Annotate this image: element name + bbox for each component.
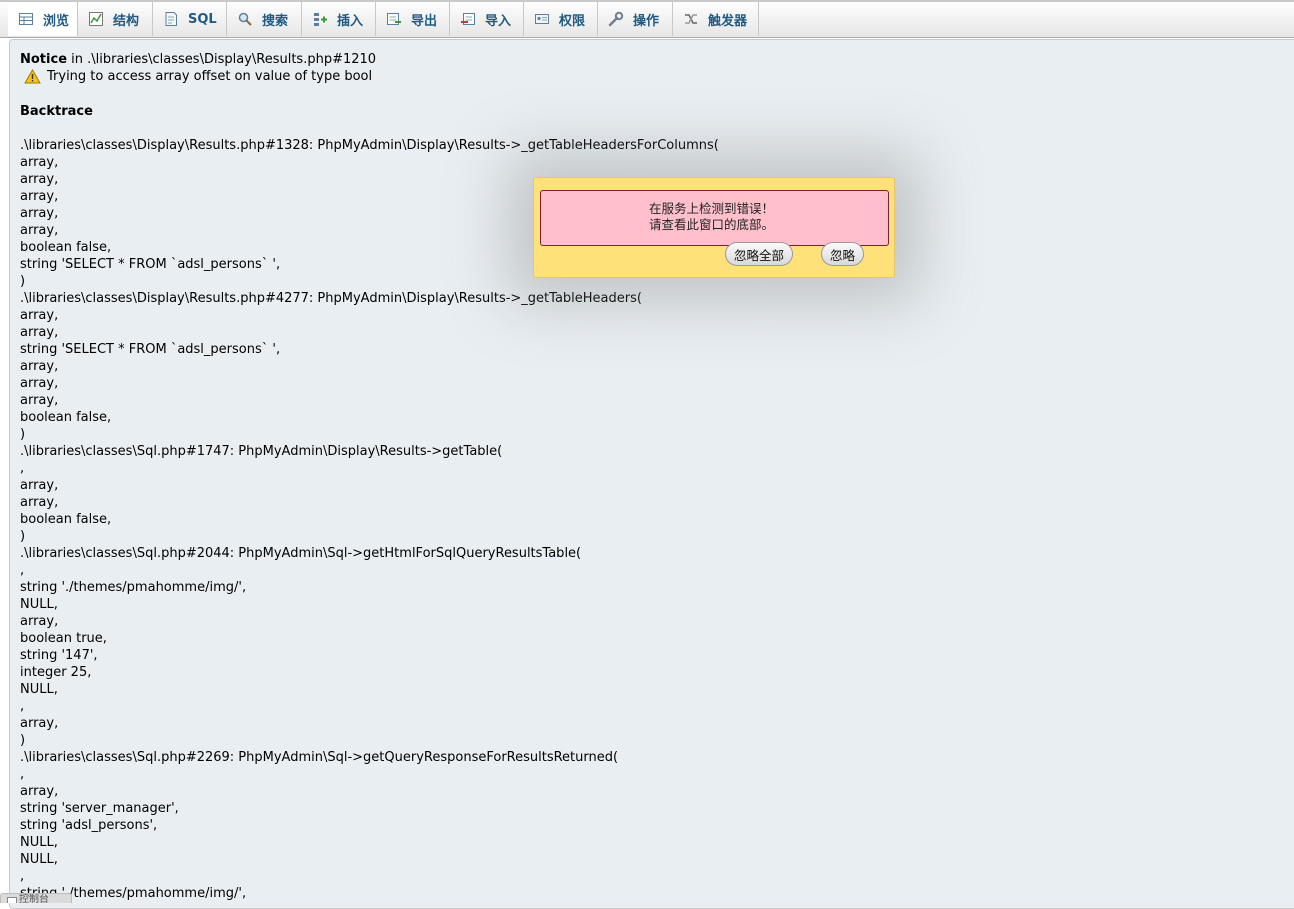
notice-label: Notice bbox=[20, 52, 68, 67]
backtrace-line: array, bbox=[20, 376, 59, 391]
backtrace-line: .\libraries\classes\Sql.php#1747: PhpMyA… bbox=[20, 444, 503, 459]
tab-search[interactable]: 搜索 bbox=[227, 2, 302, 36]
tab-label: 操作 bbox=[633, 13, 660, 29]
backtrace-line: ) bbox=[20, 427, 26, 442]
backtrace-line: boolean false, bbox=[20, 512, 112, 527]
console-toggle[interactable]: 控制台 bbox=[0, 893, 72, 903]
wrench-icon bbox=[608, 11, 624, 27]
backtrace-line: .\libraries\classes\Sql.php#2269: PhpMyA… bbox=[20, 750, 619, 765]
notice-location: in .\libraries\classes\Display\Results.p… bbox=[67, 52, 377, 67]
backtrace-title: Backtrace bbox=[20, 104, 93, 119]
backtrace-line: ) bbox=[20, 529, 26, 544]
tab-triggers[interactable]: 触发器 bbox=[673, 2, 759, 36]
error-message-line-2: 请查看此窗口的底部。 bbox=[649, 217, 775, 232]
backtrace-line: array, bbox=[20, 155, 59, 170]
backtrace-line: array, bbox=[20, 614, 59, 629]
error-message-line-1: 在服务上检测到错误！ bbox=[649, 201, 775, 216]
tab-label: 导出 bbox=[411, 13, 438, 29]
backtrace-line: boolean false, bbox=[20, 410, 112, 425]
notice-message-line: Trying to access array offset on value o… bbox=[20, 68, 1294, 85]
backtrace-line: , bbox=[20, 767, 25, 782]
backtrace-line: string 'server_manager', bbox=[20, 801, 179, 816]
insert-row-icon bbox=[312, 11, 328, 27]
notice-message: Trying to access array offset on value o… bbox=[47, 69, 373, 84]
backtrace-line: string '147', bbox=[20, 648, 98, 663]
backtrace-line: .\libraries\classes\Display\Results.php#… bbox=[20, 138, 719, 153]
backtrace-line: array, bbox=[20, 478, 59, 493]
structure-chart-icon bbox=[88, 11, 104, 27]
import-icon bbox=[460, 11, 476, 27]
backtrace-line: NULL, bbox=[20, 835, 58, 850]
tab-structure[interactable]: 结构 bbox=[78, 2, 153, 36]
console-label: 控制台 bbox=[19, 894, 49, 903]
export-icon bbox=[386, 11, 402, 27]
backtrace-line: integer 25, bbox=[20, 665, 92, 680]
tab-label: SQL bbox=[188, 11, 217, 27]
backtrace-line: , bbox=[20, 869, 25, 884]
privileges-card-icon bbox=[534, 11, 550, 27]
backtrace-line: string './themes/pmahomme/img/', bbox=[20, 886, 247, 901]
tab-sql[interactable]: SQL bbox=[153, 2, 227, 36]
tab-label: 搜索 bbox=[262, 13, 289, 29]
backtrace-line: NULL, bbox=[20, 597, 58, 612]
backtrace-line: array, bbox=[20, 359, 59, 374]
backtrace-line: array, bbox=[20, 325, 59, 340]
tab-label: 触发器 bbox=[708, 13, 748, 29]
backtrace-line: .\libraries\classes\Display\Results.php#… bbox=[20, 291, 642, 306]
backtrace-line: NULL, bbox=[20, 852, 58, 867]
search-magnifier-icon bbox=[237, 11, 253, 27]
tab-bar: 浏览 结构 SQL 搜索 插入 导出 导入 权限 操作 触发器 bbox=[0, 0, 1294, 38]
tab-browse[interactable]: 浏览 bbox=[8, 2, 78, 36]
results-panel: Notice in .\libraries\classes\Display\Re… bbox=[9, 39, 1294, 909]
backtrace-line: ) bbox=[20, 733, 26, 748]
backtrace-line: NULL, bbox=[20, 682, 58, 697]
backtrace-line: array, bbox=[20, 716, 59, 731]
error-notification-dialog: 在服务上检测到错误！ 请查看此窗口的底部。 忽略全部 忽略 bbox=[533, 177, 895, 278]
browse-table-icon bbox=[18, 11, 34, 27]
backtrace-line: array, bbox=[20, 393, 59, 408]
backtrace-line: , bbox=[20, 699, 25, 714]
tab-label: 浏览 bbox=[43, 13, 70, 29]
backtrace-line: string 'adsl_persons', bbox=[20, 818, 158, 833]
console-checkbox[interactable] bbox=[7, 897, 17, 903]
ignore-button[interactable]: 忽略 bbox=[821, 242, 864, 266]
backtrace-line: string 'SELECT * FROM `adsl_persons` ', bbox=[20, 342, 281, 357]
error-message-box: 在服务上检测到错误！ 请查看此窗口的底部。 bbox=[540, 190, 889, 246]
sql-document-icon bbox=[163, 11, 179, 27]
tab-label: 权限 bbox=[559, 13, 586, 29]
tab-insert[interactable]: 插入 bbox=[302, 2, 376, 36]
backtrace-line: array, bbox=[20, 784, 59, 799]
tab-label: 导入 bbox=[485, 13, 512, 29]
tab-operations[interactable]: 操作 bbox=[598, 2, 673, 36]
notice-header: Notice in .\libraries\classes\Display\Re… bbox=[20, 51, 1294, 68]
triggers-icon bbox=[683, 11, 699, 27]
backtrace-line: array, bbox=[20, 308, 59, 323]
tab-export[interactable]: 导出 bbox=[376, 2, 450, 36]
tab-label: 插入 bbox=[337, 13, 364, 29]
backtrace-line: array, bbox=[20, 495, 59, 510]
backtrace-line: .\libraries\classes\Sql.php#2044: PhpMyA… bbox=[20, 546, 582, 561]
tab-label: 结构 bbox=[113, 13, 140, 29]
ignore-all-button[interactable]: 忽略全部 bbox=[725, 242, 793, 266]
warning-triangle-icon bbox=[24, 68, 41, 84]
backtrace-line: boolean true, bbox=[20, 631, 107, 646]
tab-privileges[interactable]: 权限 bbox=[524, 2, 598, 36]
backtrace-line: , bbox=[20, 563, 25, 578]
backtrace-line: string './themes/pmahomme/img/', bbox=[20, 580, 247, 595]
backtrace-line: , bbox=[20, 461, 25, 476]
tab-import[interactable]: 导入 bbox=[450, 2, 524, 36]
